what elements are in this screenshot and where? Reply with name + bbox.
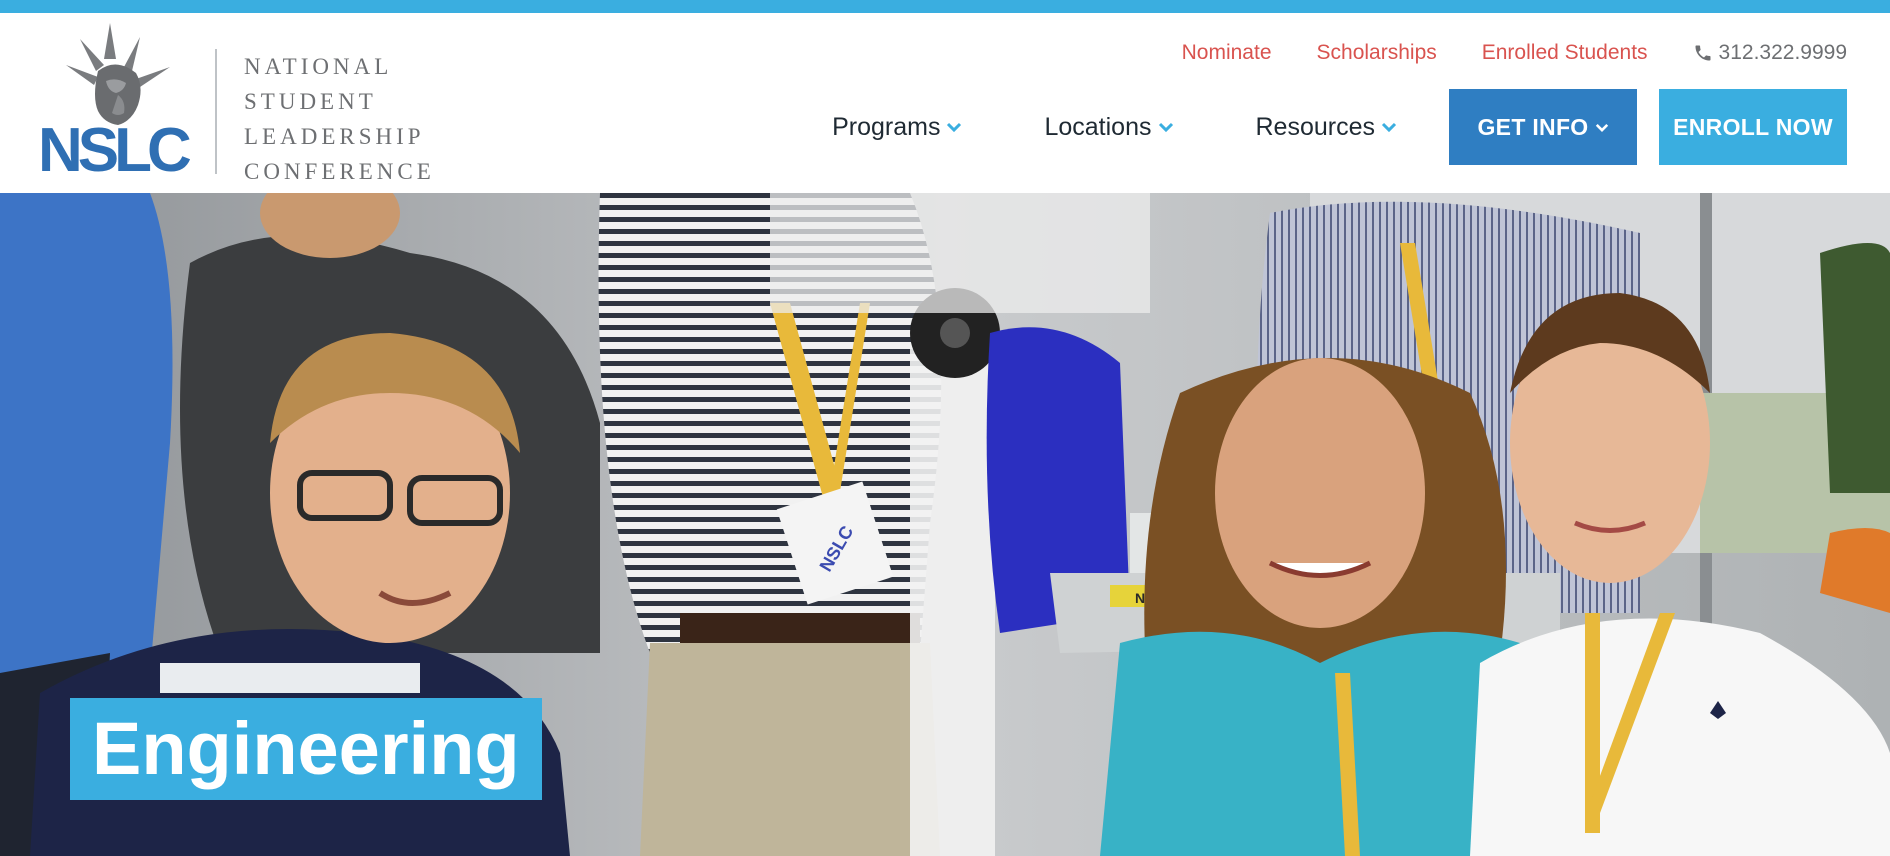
nav-locations[interactable]: Locations [1044, 113, 1173, 142]
phone-number: 312.322.9999 [1718, 41, 1847, 64]
chevron-down-icon [1158, 122, 1173, 133]
nslc-logo[interactable]: NSLC NATIONAL STUDENT LEADERSHIP CONFERE… [40, 21, 431, 184]
top-accent-bar [0, 0, 1890, 13]
scholarships-link[interactable]: Scholarships [1317, 41, 1437, 65]
nav-locations-label: Locations [1044, 112, 1152, 141]
wordmark-line: STUDENT [244, 89, 377, 114]
logo-wordmark: NATIONAL STUDENT LEADERSHIP CONFERENCE [244, 49, 435, 189]
hero-title: Engineering [70, 698, 542, 800]
site-header: NSLC NATIONAL STUDENT LEADERSHIP CONFERE… [0, 13, 1890, 193]
wordmark-line: NATIONAL [244, 54, 393, 79]
nominate-link[interactable]: Nominate [1182, 41, 1272, 65]
phone-link[interactable]: 312.322.9999 [1693, 41, 1847, 65]
enrolled-students-link[interactable]: Enrolled Students [1482, 41, 1648, 65]
chevron-down-icon [1595, 123, 1608, 132]
enroll-now-label: ENROLL NOW [1673, 113, 1833, 140]
nav-programs-label: Programs [832, 112, 941, 141]
get-info-label: GET INFO [1477, 113, 1589, 140]
nav-resources[interactable]: Resources [1256, 113, 1398, 142]
wordmark-line: LEADERSHIP [244, 124, 425, 149]
logo-monogram: NSLC [40, 116, 191, 181]
statue-of-liberty-icon: NSLC [40, 23, 196, 181]
chevron-down-icon [1381, 122, 1397, 133]
logo-divider [215, 49, 217, 174]
chevron-down-icon [947, 122, 962, 133]
utility-nav: Nominate Scholarships Enrolled Students … [1137, 41, 1847, 65]
enroll-now-button[interactable]: ENROLL NOW [1659, 89, 1847, 165]
nav-resources-label: Resources [1255, 112, 1376, 141]
nav-programs[interactable]: Programs [832, 113, 962, 142]
get-info-button[interactable]: GET INFO [1449, 89, 1637, 165]
wordmark-line: CONFERENCE [244, 159, 435, 184]
hero-banner: NSLC NSLC [0, 193, 1890, 856]
main-nav: Programs Locations Resources GET INFO EN… [832, 89, 1847, 165]
phone-icon [1695, 45, 1711, 61]
